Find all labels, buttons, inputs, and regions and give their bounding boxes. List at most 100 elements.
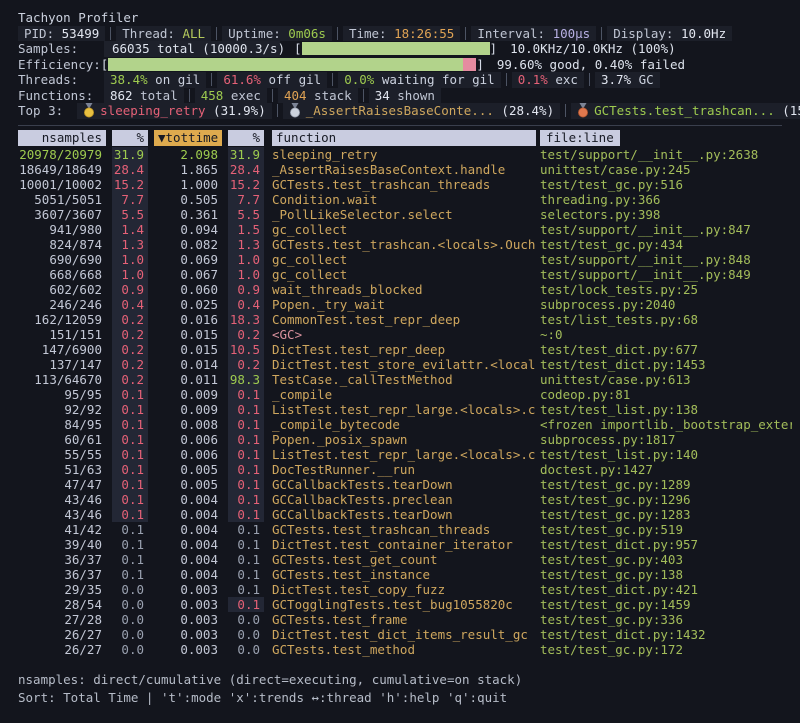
functions-label: Functions: xyxy=(18,88,90,104)
table-row[interactable]: 84/95 0.1 0.008 0.1 _compile_bytecode <f… xyxy=(18,417,792,432)
nsamples-cell: 39/40 xyxy=(18,537,106,552)
tottime-cell: 0.015 xyxy=(148,342,222,357)
table-row[interactable]: 28/54 0.0 0.003 0.1 GCTogglingTests.test… xyxy=(18,597,792,612)
table-row[interactable]: 41/42 0.1 0.004 0.1 GCTests.test_trashca… xyxy=(18,522,792,537)
pct-direct-cell: 0.1 xyxy=(106,447,148,462)
function-cell: DictTest.test_copy_fuzz xyxy=(264,582,536,597)
samples-label: Samples: xyxy=(18,41,90,57)
tottime-cell: 0.003 xyxy=(148,642,222,657)
pct-direct-cell: 0.1 xyxy=(106,552,148,567)
file-line-cell: threading.py:366 xyxy=(536,192,792,207)
function-cell: GCCallbackTests.preclean xyxy=(264,492,536,507)
tottime-cell: 0.505 xyxy=(148,192,222,207)
tottime-cell: 0.361 xyxy=(148,207,222,222)
table-row[interactable]: 10001/10002 15.2 1.000 15.2 GCTests.test… xyxy=(18,177,792,192)
table-row[interactable]: 5051/5051 7.7 0.505 7.7 Condition.wait t… xyxy=(18,192,792,207)
pct-cumulative-cell: 31.9 xyxy=(222,147,264,162)
function-cell: GCTests.test_get_count xyxy=(264,552,536,567)
table-row[interactable]: 51/63 0.1 0.005 0.1 DocTestRunner.__run … xyxy=(18,462,792,477)
pct-cumulative-cell: 98.3 xyxy=(222,372,264,387)
pct-direct-cell: 1.3 xyxy=(106,237,148,252)
samples-bar xyxy=(302,42,490,55)
pct-cumulative-cell: 1.0 xyxy=(222,252,264,267)
divider xyxy=(216,27,217,40)
nsamples-cell: 151/151 xyxy=(18,327,106,342)
table-row[interactable]: 602/602 0.9 0.060 0.9 wait_threads_block… xyxy=(18,282,792,297)
tottime-cell: 0.015 xyxy=(148,327,222,342)
table-row[interactable]: 668/668 1.0 0.067 1.0 gc_collect test/su… xyxy=(18,267,792,282)
tottime-cell: 0.003 xyxy=(148,582,222,597)
column-header-pct2[interactable]: % xyxy=(222,130,264,146)
tottime-cell: 0.016 xyxy=(148,312,222,327)
uptime-field: Uptime: 0m06s xyxy=(222,26,332,42)
column-header-pct1[interactable]: % xyxy=(106,130,148,146)
profiler-screen: Tachyon Profiler PID: 53499 Thread: ALL … xyxy=(0,0,800,723)
pct-cumulative-cell: 0.1 xyxy=(222,567,264,582)
column-header-nsamples[interactable]: nsamples xyxy=(18,130,106,146)
pct-cumulative-cell: 0.0 xyxy=(222,642,264,657)
efficiency-bar-good xyxy=(108,58,463,71)
pct-cumulative-cell: 1.3 xyxy=(222,237,264,252)
column-header-tottime[interactable]: ▼tottime xyxy=(148,130,222,146)
table-row[interactable]: 941/980 1.4 0.094 1.5 gc_collect test/su… xyxy=(18,222,792,237)
table-row[interactable]: 39/40 0.1 0.004 0.1 DictTest.test_contai… xyxy=(18,537,792,552)
pct-cumulative-cell: 0.1 xyxy=(222,597,264,612)
table-row[interactable]: 3607/3607 5.5 0.361 5.5 _PollLikeSelecto… xyxy=(18,207,792,222)
pct-direct-cell: 0.1 xyxy=(106,462,148,477)
table-row[interactable]: 36/37 0.1 0.004 0.1 GCTests.test_instanc… xyxy=(18,567,792,582)
pct-cumulative-cell: 0.9 xyxy=(222,282,264,297)
table-row[interactable]: 43/46 0.1 0.004 0.1 GCCallbackTests.tear… xyxy=(18,507,792,522)
pct-cumulative-cell: 10.5 xyxy=(222,342,264,357)
pct-direct-cell: 0.2 xyxy=(106,357,148,372)
tottime-cell: 0.004 xyxy=(148,567,222,582)
tottime-cell: 0.006 xyxy=(148,432,222,447)
table-row[interactable]: 246/246 0.4 0.025 0.4 Popen._try_wait su… xyxy=(18,297,792,312)
thread-field[interactable]: Thread: ALL xyxy=(116,26,211,42)
divider xyxy=(363,89,364,102)
pct-cumulative-cell: 0.0 xyxy=(222,612,264,627)
pct-cumulative-cell: 1.0 xyxy=(222,267,264,282)
table-row[interactable]: 137/147 0.2 0.014 0.2 DictTest.test_stor… xyxy=(18,357,792,372)
file-line-cell: subprocess.py:2040 xyxy=(536,297,792,312)
table-row[interactable]: 162/12059 0.2 0.016 18.3 CommonTest.test… xyxy=(18,312,792,327)
functions-line: Functions: 862 total 458 exec 404 stack … xyxy=(18,88,792,104)
divider xyxy=(332,73,333,86)
table-row[interactable]: 147/6900 0.2 0.015 10.5 DictTest.test_re… xyxy=(18,342,792,357)
file-line-cell: test/test_gc.py:403 xyxy=(536,552,792,567)
table-row[interactable]: 60/61 0.1 0.006 0.1 Popen._posix_spawn s… xyxy=(18,432,792,447)
function-cell: TestCase._callTestMethod xyxy=(264,372,536,387)
table-row[interactable]: 824/874 1.3 0.082 1.3 GCTests.test_trash… xyxy=(18,237,792,252)
table-row[interactable]: 26/27 0.0 0.003 0.0 GCTests.test_method … xyxy=(18,642,792,657)
divider xyxy=(601,27,602,40)
table-row[interactable]: 95/95 0.1 0.009 0.1 _compile codeop.py:8… xyxy=(18,387,792,402)
table-row[interactable]: 55/55 0.1 0.006 0.1 ListTest.test_repr_l… xyxy=(18,447,792,462)
column-header-file[interactable]: file:line xyxy=(536,130,792,146)
table-row[interactable]: 36/37 0.1 0.004 0.1 GCTests.test_get_cou… xyxy=(18,552,792,567)
table-row[interactable]: 26/27 0.0 0.003 0.0 DictTest.test_dict_i… xyxy=(18,627,792,642)
pct-cumulative-cell: 0.1 xyxy=(222,507,264,522)
table-row[interactable]: 151/151 0.2 0.015 0.2 <GC> ~:0 xyxy=(18,327,792,342)
pct-direct-cell: 7.7 xyxy=(106,192,148,207)
nsamples-cell: 113/64670 xyxy=(18,372,106,387)
function-cell: GCTogglingTests.test_bug1055820c xyxy=(264,597,536,612)
file-line-cell: test/test_gc.py:1459 xyxy=(536,597,792,612)
nsamples-cell: 246/246 xyxy=(18,297,106,312)
table-row[interactable]: 29/35 0.0 0.003 0.1 DictTest.test_copy_f… xyxy=(18,582,792,597)
table-row[interactable]: 690/690 1.0 0.069 1.0 gc_collect test/su… xyxy=(18,252,792,267)
table-row[interactable]: 27/28 0.0 0.003 0.0 GCTests.test_frame t… xyxy=(18,612,792,627)
pid-field: PID: 53499 xyxy=(18,26,105,42)
table-row[interactable]: 20978/20979 31.9 2.098 31.9 sleeping_ret… xyxy=(18,147,792,162)
pct-direct-cell: 31.9 xyxy=(106,147,148,162)
function-cell: DictTest.test_repr_deep xyxy=(264,342,536,357)
function-cell: _PollLikeSelector.select xyxy=(264,207,536,222)
table-row[interactable]: 47/47 0.1 0.005 0.1 GCCallbackTests.tear… xyxy=(18,477,792,492)
table-row[interactable]: 92/92 0.1 0.009 0.1 ListTest.test_repr_l… xyxy=(18,402,792,417)
table-row[interactable]: 43/46 0.1 0.004 0.1 GCCallbackTests.prec… xyxy=(18,492,792,507)
table-row[interactable]: 18649/18649 28.4 1.865 28.4 _AssertRaise… xyxy=(18,162,792,177)
table-row[interactable]: 113/64670 0.2 0.011 98.3 TestCase._callT… xyxy=(18,372,792,387)
file-line-cell: test/test_gc.py:519 xyxy=(536,522,792,537)
function-cell: <GC> xyxy=(264,327,536,342)
nsamples-cell: 27/28 xyxy=(18,612,106,627)
column-header-function[interactable]: function xyxy=(264,130,536,146)
samples-value: 66035 total (10000.3/s) xyxy=(104,41,280,57)
